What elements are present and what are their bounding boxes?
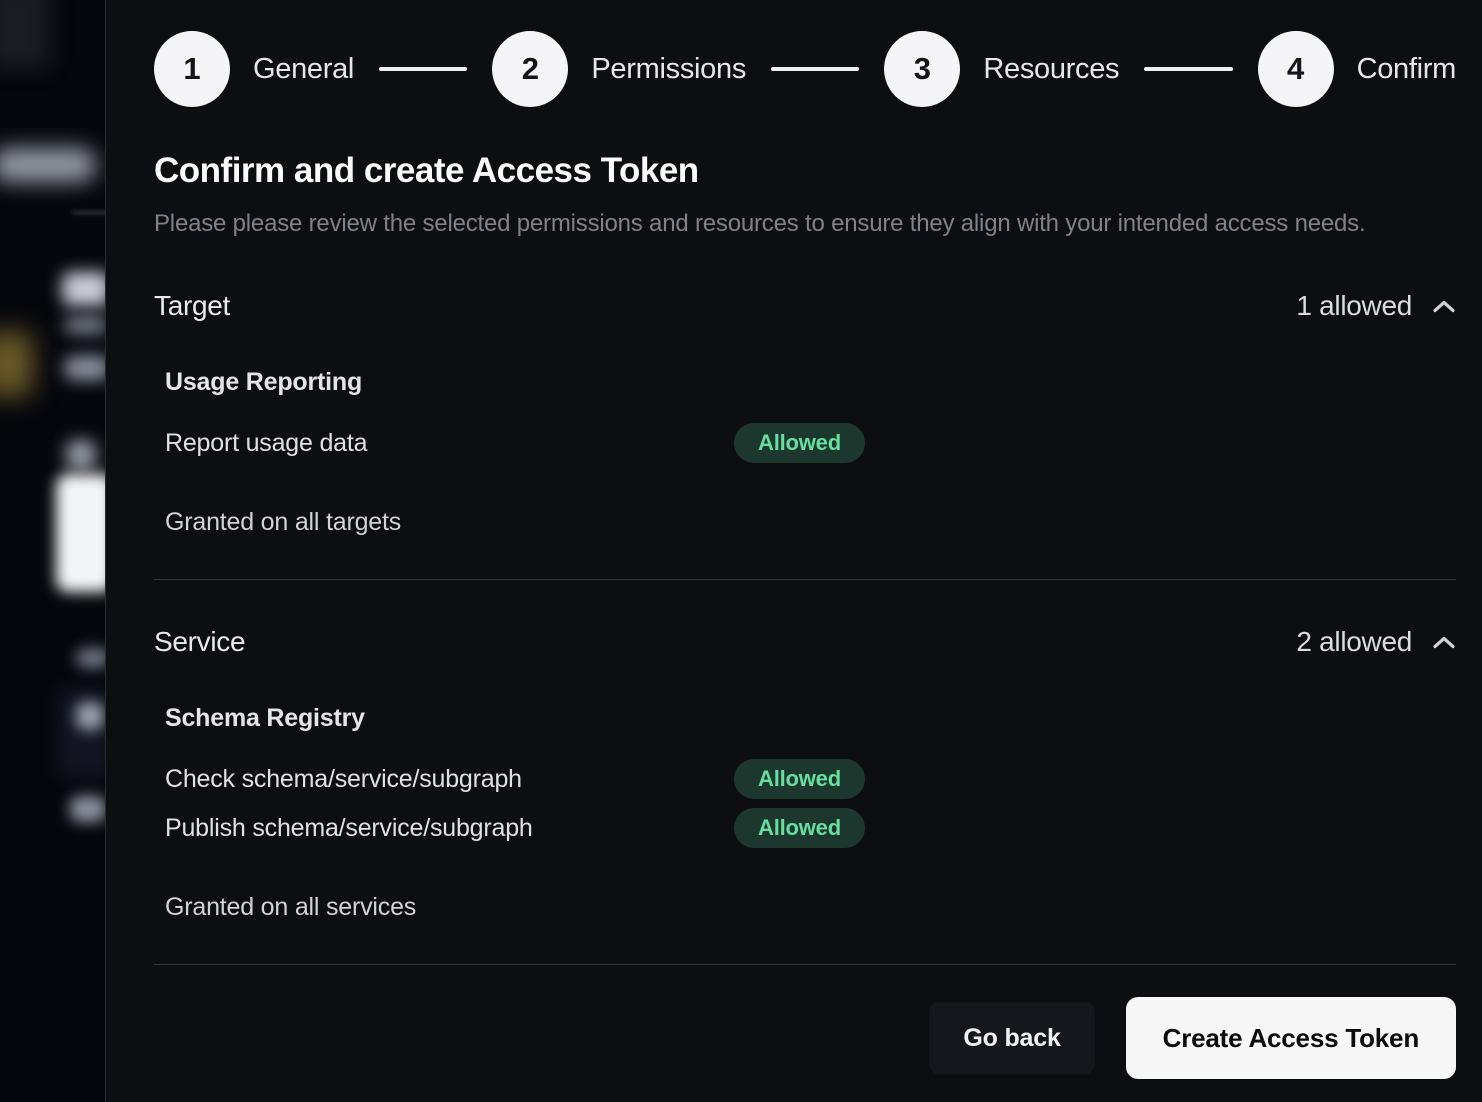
target-section-header: Target 1 allowed	[154, 290, 1456, 322]
blurred-logo	[0, 0, 50, 68]
allowed-count: 1 allowed	[1296, 290, 1412, 322]
service-section: Service 2 allowed Schema Registry Check …	[154, 626, 1456, 922]
step-label: General	[253, 53, 354, 86]
status-badge: Allowed	[734, 759, 865, 799]
permission-rows: Check schema/service/subgraph Allowed Pu…	[165, 759, 1456, 848]
blurred-nav-text	[0, 148, 96, 182]
granted-note: Granted on all services	[154, 893, 1456, 922]
create-access-token-modal: 1 General 2 Permissions 3 Resources 4 Co…	[105, 0, 1482, 1102]
blurred-subtext	[64, 356, 105, 380]
permission-label: Check schema/service/subgraph	[165, 765, 734, 794]
step-connector	[771, 67, 859, 71]
create-access-token-button[interactable]: Create Access Token	[1126, 997, 1456, 1079]
chevron-up-icon	[1432, 299, 1456, 314]
target-section-toggle[interactable]: 1 allowed	[1296, 290, 1456, 322]
stepper: 1 General 2 Permissions 3 Resources 4 Co…	[154, 31, 1456, 107]
step-label: Resources	[983, 53, 1119, 86]
step-confirm[interactable]: 4 Confirm	[1258, 31, 1456, 107]
step-number-badge: 4	[1258, 31, 1334, 107]
group-name: Usage Reporting	[165, 368, 1456, 397]
step-general[interactable]: 1 General	[154, 31, 354, 107]
permission-label: Report usage data	[165, 429, 734, 458]
step-connector	[1144, 67, 1232, 71]
section-title: Target	[154, 290, 230, 322]
section-title: Service	[154, 626, 245, 658]
modal-footer: Go back Create Access Token	[154, 997, 1456, 1079]
blurred-divider	[72, 211, 105, 214]
permission-row: Check schema/service/subgraph Allowed	[165, 759, 1456, 799]
blurred-subtext	[64, 316, 105, 334]
status-badge: Allowed	[734, 423, 865, 463]
screen: 1 General 2 Permissions 3 Resources 4 Co…	[0, 0, 1482, 1102]
blurred-text	[70, 796, 105, 822]
step-number-badge: 3	[884, 31, 960, 107]
blurred-heading-text	[62, 272, 105, 306]
permission-group: Usage Reporting Report usage data Allowe…	[154, 368, 1456, 463]
step-label: Permissions	[591, 53, 746, 86]
step-permissions[interactable]: 2 Permissions	[492, 31, 746, 107]
permission-rows: Report usage data Allowed	[165, 423, 1456, 463]
group-name: Schema Registry	[165, 704, 1456, 733]
permission-row: Publish schema/service/subgraph Allowed	[165, 808, 1456, 848]
blurred-accent-blob	[0, 332, 32, 396]
chevron-up-icon	[1432, 635, 1456, 650]
page-title: Confirm and create Access Token	[154, 151, 1456, 191]
step-number-badge: 2	[492, 31, 568, 107]
blurred-white-card	[56, 474, 105, 592]
blurred-icon	[66, 440, 96, 470]
go-back-button[interactable]: Go back	[929, 1002, 1094, 1074]
target-section: Target 1 allowed Usage Reporting Report …	[154, 290, 1456, 537]
permission-group: Schema Registry Check schema/service/sub…	[154, 704, 1456, 848]
step-connector	[379, 67, 467, 71]
status-badge: Allowed	[734, 808, 865, 848]
section-divider	[154, 579, 1456, 580]
service-section-header: Service 2 allowed	[154, 626, 1456, 658]
allowed-count: 2 allowed	[1296, 626, 1412, 658]
step-number-badge: 1	[154, 31, 230, 107]
footer-divider	[154, 964, 1456, 965]
background-page	[0, 0, 105, 1102]
step-label: Confirm	[1357, 53, 1456, 86]
blurred-text	[76, 648, 105, 668]
blurred-text	[76, 702, 104, 730]
page-description: Please please review the selected permis…	[154, 204, 1382, 244]
permission-label: Publish schema/service/subgraph	[165, 814, 734, 843]
granted-note: Granted on all targets	[154, 508, 1456, 537]
step-resources[interactable]: 3 Resources	[884, 31, 1119, 107]
permission-row: Report usage data Allowed	[165, 423, 1456, 463]
blurred-panel	[58, 688, 105, 778]
service-section-toggle[interactable]: 2 allowed	[1296, 626, 1456, 658]
